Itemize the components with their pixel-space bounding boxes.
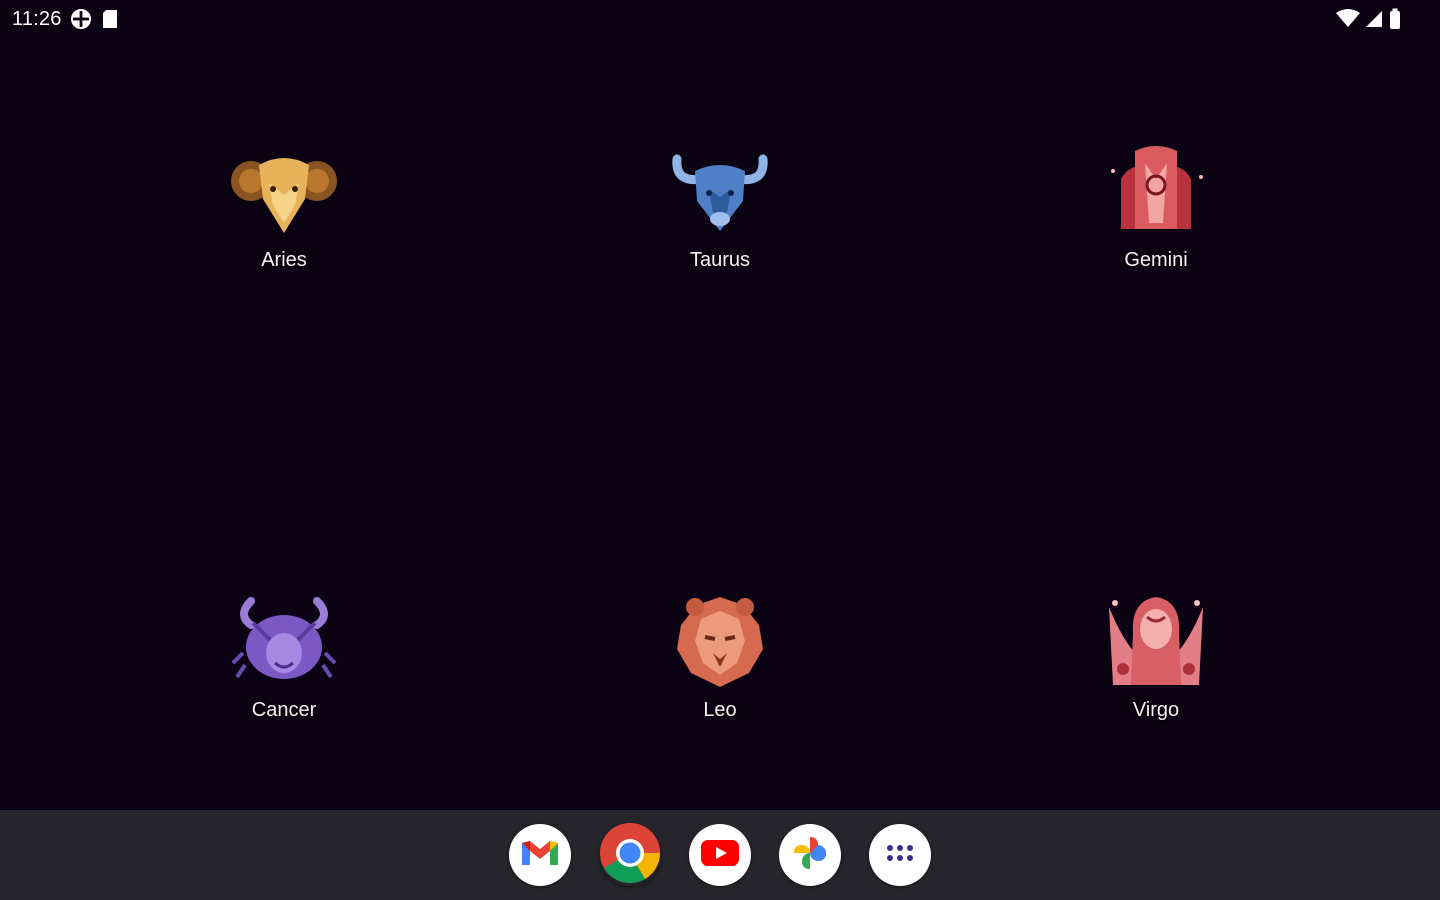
youtube-icon <box>700 839 740 872</box>
chrome-button[interactable] <box>599 822 661 889</box>
app-taurus[interactable]: Taurus <box>610 143 830 272</box>
status-bar: 11:26 <box>0 0 1440 38</box>
taurus-bull-icon <box>665 143 775 239</box>
app-label: Cancer <box>251 699 317 721</box>
app-leo[interactable]: Leo <box>610 593 830 722</box>
app-drawer-icon <box>885 842 915 869</box>
aries-ram-icon <box>229 143 339 239</box>
app-label: Taurus <box>689 249 751 271</box>
app-gemini[interactable]: Gemini <box>1046 143 1266 272</box>
virgo-maiden-icon <box>1101 593 1211 689</box>
status-right <box>1336 8 1402 30</box>
home-screen: 11:26 Aries Taurus Gemini Cancer Leo Vir… <box>0 0 1440 900</box>
wifi-icon <box>1336 9 1360 29</box>
cell-signal-icon <box>1364 9 1384 29</box>
gmail-icon <box>520 837 560 874</box>
sd-card-icon <box>100 8 120 30</box>
clock: 11:26 <box>12 7 62 30</box>
dock <box>0 810 1440 900</box>
leo-lion-icon <box>665 593 775 689</box>
app-label: Gemini <box>1124 249 1188 271</box>
battery-icon <box>1388 8 1402 30</box>
app-aries[interactable]: Aries <box>174 143 394 272</box>
cancer-crab-icon <box>229 593 339 689</box>
youtube-button[interactable] <box>689 824 751 886</box>
app-label: Virgo <box>1132 699 1180 721</box>
gemini-twins-icon <box>1101 143 1211 239</box>
vpn-globe-icon <box>70 8 92 30</box>
app-label: Leo <box>703 699 737 721</box>
app-virgo[interactable]: Virgo <box>1046 593 1266 722</box>
app-cancer[interactable]: Cancer <box>174 593 394 722</box>
gmail-button[interactable] <box>509 824 571 886</box>
photos-icon <box>790 833 830 878</box>
chrome-icon <box>599 822 661 889</box>
app-drawer-button[interactable] <box>869 824 931 886</box>
photos-button[interactable] <box>779 824 841 886</box>
app-label: Aries <box>261 249 307 271</box>
status-left: 11:26 <box>12 8 120 31</box>
